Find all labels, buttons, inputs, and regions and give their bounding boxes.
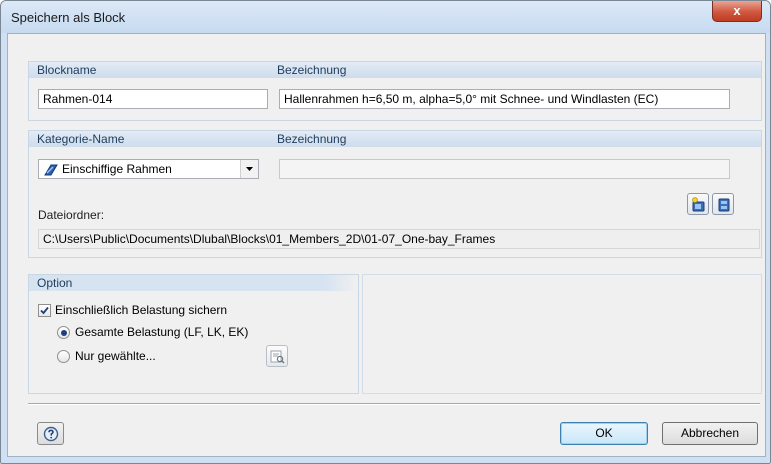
window-title: Speichern als Block [11,10,126,25]
include-loads-label: Einschließlich Belastung sichern [55,303,228,317]
new-category-button[interactable] [687,193,709,215]
option-panel-header [29,275,357,291]
search-list-icon [270,349,285,367]
ok-button[interactable]: OK [560,422,648,445]
file-folder-label: Dateiordner: [38,208,105,222]
dialog-client-area: Blockname Bezeichnung Rahmen-014 Hallenr… [7,33,766,457]
cancel-button[interactable]: Abbrechen [662,422,758,445]
dialog-window: Speichern als Block x Blockname Bezeichn… [0,0,771,464]
close-button[interactable]: x [712,1,762,22]
category-name-label: Kategorie-Name [37,132,125,146]
title-bar: Speichern als Block x [1,1,770,33]
block-name-panel-header [29,62,761,78]
file-folder-path: C:\Users\Public\Documents\Dlubal\Blocks\… [38,229,760,249]
include-loads-checkbox[interactable] [38,304,51,317]
all-loads-label: Gesamte Belastung (LF, LK, EK) [75,325,249,339]
block-name-label: Blockname [37,63,97,77]
chevron-down-icon [240,160,258,178]
option-right-panel [362,274,762,394]
option-header-label: Option [37,276,73,290]
checkmark-icon [40,306,49,315]
block-name-input[interactable]: Rahmen-014 [38,89,268,109]
footer-separator [28,403,760,405]
selected-loads-radio[interactable] [57,350,70,363]
help-icon [43,426,59,445]
radio-selected-dot [60,329,67,336]
selected-loads-label: Nur gewählte... [75,349,156,363]
category-description-input [279,159,730,179]
block-description-input[interactable]: Hallenrahmen h=6,50 m, alpha=5,0° mit Sc… [279,89,730,109]
category-icon [44,163,58,178]
category-panel-header [29,131,761,147]
category-selected-value: Einschiffige Rahmen [62,162,172,176]
category-description-label: Bezeichnung [277,132,347,146]
database-icon [716,197,731,215]
close-icon: x [733,3,741,18]
block-description-label: Bezeichnung [277,63,347,77]
new-folder-icon [691,197,706,215]
help-button[interactable] [37,422,64,445]
edit-category-button[interactable] [712,193,734,215]
all-loads-radio[interactable] [57,326,70,339]
category-select[interactable]: Einschiffige Rahmen [38,159,259,179]
select-loads-button[interactable] [266,345,288,367]
